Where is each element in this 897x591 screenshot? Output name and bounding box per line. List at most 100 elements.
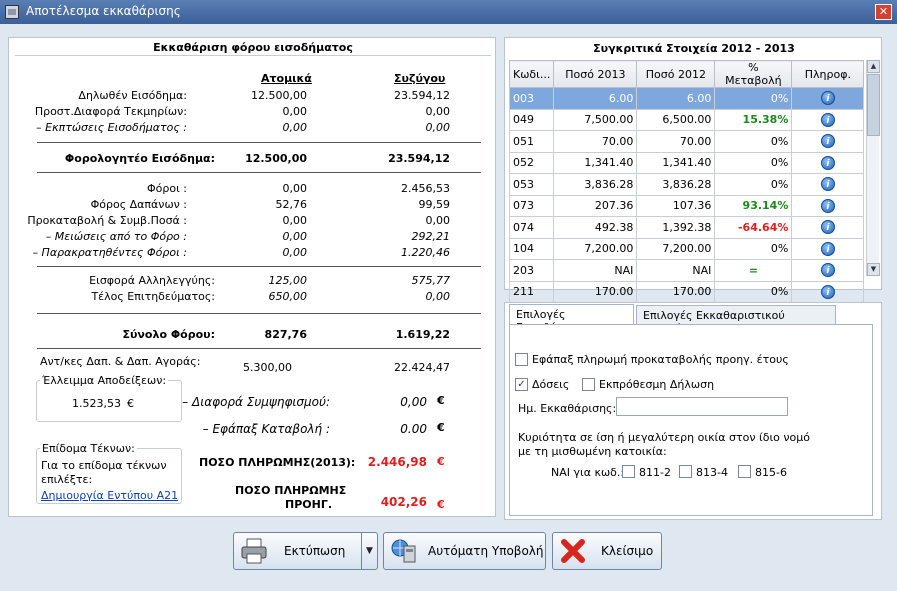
info-cell: i	[791, 173, 865, 196]
code-cell: 049	[508, 108, 555, 131]
print-dropdown-button[interactable]: ▼	[361, 533, 377, 569]
title-separator	[15, 55, 491, 56]
info-icon[interactable]: i	[820, 177, 835, 192]
info-icon[interactable]: i	[820, 155, 835, 170]
change-cell: 93.14%	[714, 194, 793, 217]
row-a-tax-reductions: 0,00	[282, 230, 308, 243]
scroll-thumb[interactable]	[867, 74, 880, 136]
auto-submit-button[interactable]: Αυτόματη Υποβολή	[383, 532, 546, 570]
compare-row[interactable]: 052 1,341.40 1,341.40 0% i	[508, 151, 865, 174]
row-s-solidarity: 575,77	[411, 274, 451, 287]
print-button[interactable]: Εκτύπωση ▼	[233, 532, 378, 570]
code-811-2-label: 811-2	[639, 466, 671, 479]
change-cell: 15.38%	[714, 108, 793, 131]
change-cell: =	[714, 259, 793, 282]
auto-submit-label: Αυτόματη Υποβολή	[428, 544, 544, 558]
amount-2012-cell: 7,200.00	[636, 237, 716, 260]
late-declaration-checkbox[interactable]	[582, 378, 595, 391]
amount-2013-cell: 6.00	[553, 87, 638, 110]
compare-row[interactable]: 211 170.00 170.00 0% i	[508, 280, 865, 303]
row-label-solidarity: Εισφορά Αλληλεγγύης:	[89, 274, 215, 287]
info-cell: i	[791, 259, 865, 282]
amount-2013-cell: 1,341.40	[553, 151, 638, 174]
info-icon[interactable]: i	[820, 220, 835, 235]
row-s-expense-tax: 99,59	[418, 198, 451, 211]
row-s-taxable-income: 23.594,12	[388, 152, 450, 165]
code-813-4-checkbox[interactable]	[679, 465, 692, 478]
nai-codes-label: ΝΑΙ για κωδ.:	[551, 466, 625, 479]
late-declaration-label: Εκπρόθεσμη Δήλωση	[599, 378, 715, 391]
code-815-6-checkbox[interactable]	[738, 465, 751, 478]
info-icon[interactable]: i	[820, 241, 835, 256]
code-cell: 073	[508, 194, 555, 217]
create-form-a21-link[interactable]: Δημιουργία Εντύπου Α21	[41, 489, 178, 502]
installments-label: Δόσεις	[532, 378, 570, 391]
compare-table: Κωδι... Ποσό 2013 Ποσό 2012 % Μεταβολή Π…	[508, 60, 865, 303]
info-icon[interactable]: i	[820, 91, 835, 106]
change-cell: 0%	[714, 87, 793, 110]
row-label-income-deductions: – Εκπτώσεις Εισοδήματος :	[36, 121, 187, 134]
installments-checkbox[interactable]	[515, 378, 528, 391]
info-icon[interactable]: i	[820, 263, 835, 278]
compare-row[interactable]: 003 6.00 6.00 0% i	[508, 87, 865, 110]
amount-2012-cell: 6,500.00	[636, 108, 716, 131]
close-button[interactable]: Κλείσιμο	[552, 532, 662, 570]
row-s-withheld-taxes: 1.220,46	[401, 246, 450, 259]
row-label-withheld-taxes: – Παρακρατηθέντες Φόροι :	[32, 246, 187, 259]
info-icon[interactable]: i	[820, 134, 835, 149]
child-benefit-text-1: Για το επίδομα τέκνων	[41, 459, 167, 472]
compare-row[interactable]: 203 NAI NAI = i	[508, 259, 865, 282]
change-cell: 0%	[714, 173, 793, 196]
amount-2013-cell: NAI	[553, 259, 638, 282]
row-a-presumption-diff: 0,00	[282, 105, 308, 118]
scroll-down-button[interactable]: ▼	[867, 263, 880, 276]
header-info[interactable]: Πληροφ.	[791, 60, 865, 88]
info-cell: i	[791, 87, 865, 110]
compare-row[interactable]: 049 7,500.00 6,500.00 15.38% i	[508, 108, 865, 131]
header-code[interactable]: Κωδι...	[508, 60, 555, 88]
amount-2012-cell: 1,341.40	[636, 151, 716, 174]
compare-scrollbar[interactable]: ▲ ▼	[866, 60, 880, 276]
row-a-expense-tax: 52,76	[275, 198, 308, 211]
separator-1	[37, 142, 481, 143]
code-811-2-checkbox[interactable]	[622, 465, 635, 478]
info-icon[interactable]: i	[820, 198, 835, 213]
row-label-declared-income: Δηλωθέν Εισόδημα:	[78, 89, 187, 102]
row-a-purchase-expenses: 5.300,00	[243, 361, 292, 374]
compare-row[interactable]: 073 207.36 107.36 93.14% i	[508, 194, 865, 217]
payment-2013-currency: €	[437, 455, 445, 468]
compare-row[interactable]: 104 7,200.00 7,200.00 0% i	[508, 237, 865, 260]
scroll-up-button[interactable]: ▲	[867, 60, 880, 73]
compare-row[interactable]: 051 70.00 70.00 0% i	[508, 130, 865, 153]
amount-2013-cell: 7,500.00	[553, 108, 638, 131]
payment-prev-label-2: ΠΡΟΗΓ.	[285, 498, 333, 511]
row-s-purchase-expenses: 22.424,47	[394, 361, 450, 374]
header-2012[interactable]: Ποσό 2012	[636, 60, 716, 88]
child-benefit-legend: Επίδομα Τέκνων:	[40, 442, 137, 455]
settlement-date-input[interactable]	[616, 397, 788, 416]
header-2013[interactable]: Ποσό 2013	[553, 60, 638, 88]
info-icon[interactable]: i	[820, 112, 835, 127]
printer-icon	[241, 538, 267, 564]
compare-row[interactable]: 053 3,836.28 3,836.28 0% i	[508, 173, 865, 196]
app-icon	[5, 5, 19, 19]
code-cell: 211	[508, 280, 555, 303]
row-s-tax-reductions: 292,21	[411, 230, 451, 243]
close-window-button[interactable]: ✕	[875, 4, 892, 20]
amount-2012-cell: NAI	[636, 259, 716, 282]
ownership-text-2: με τη μισθωμένη κατοικία:	[518, 445, 667, 458]
compare-row[interactable]: 074 492.38 1,392.38 -64.64% i	[508, 216, 865, 239]
lump-prepay-checkbox[interactable]	[515, 353, 528, 366]
tab-settlement-options[interactable]: Επιλογές Εκκαθάρισης	[509, 304, 634, 334]
tab-note-options[interactable]: Επιλογές Εκκαθαριστικού Σημειώματος	[636, 305, 836, 335]
print-button-label: Εκτύπωση	[284, 544, 346, 558]
lump-sum-value: 0.00	[400, 422, 427, 436]
info-icon[interactable]: i	[820, 284, 835, 299]
change-cell: 0%	[714, 151, 793, 174]
amount-2013-cell: 70.00	[553, 130, 638, 153]
row-label-taxes: Φόροι :	[146, 182, 187, 195]
lump-sum-label: – Εφάπαξ Καταβολή :	[202, 422, 330, 436]
header-change[interactable]: % Μεταβολή	[714, 60, 793, 88]
amount-2013-cell: 3,836.28	[553, 173, 638, 196]
info-cell: i	[791, 280, 865, 303]
